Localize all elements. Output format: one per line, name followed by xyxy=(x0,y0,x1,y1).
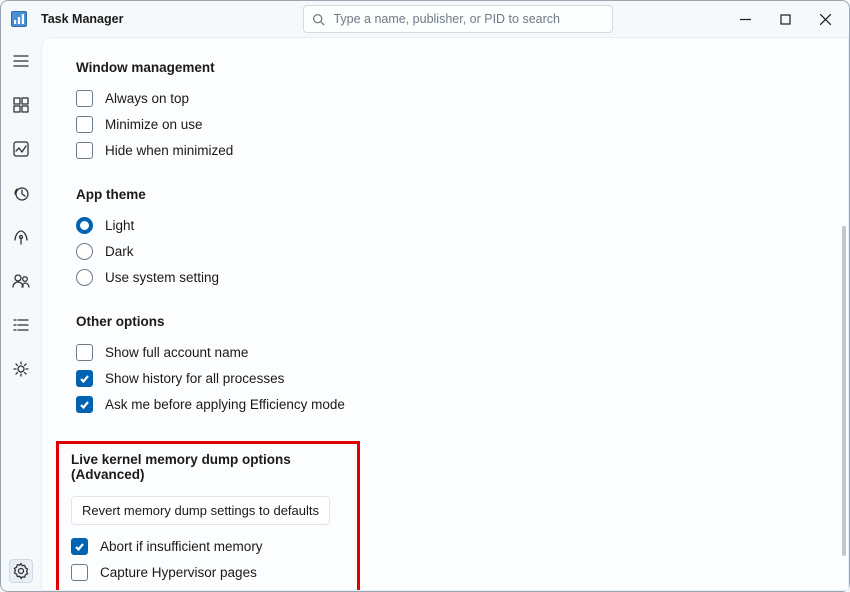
option-label: Use system setting xyxy=(105,270,219,285)
section-heading: App theme xyxy=(76,187,848,202)
maximize-button[interactable] xyxy=(765,4,805,34)
titlebar: Task Manager Type a name, publisher, or … xyxy=(1,1,849,37)
scrollbar[interactable] xyxy=(842,226,846,556)
option-capture-hypervisor[interactable]: Capture Hypervisor pages xyxy=(71,559,345,585)
option-label: Show full account name xyxy=(105,345,248,360)
option-label: Include nonessential pages xyxy=(124,591,288,592)
option-label: Show history for all processes xyxy=(105,371,284,386)
section-kernel-dump: Live kernel memory dump options (Advance… xyxy=(71,452,345,591)
section-heading: Window management xyxy=(76,60,848,75)
option-label: Ask me before applying Efficiency mode xyxy=(105,397,345,412)
option-abort-insufficient[interactable]: Abort if insufficient memory xyxy=(71,533,345,559)
checkbox[interactable] xyxy=(71,564,88,581)
option-theme-system[interactable]: Use system setting xyxy=(76,264,848,290)
option-minimize-on-use[interactable]: Minimize on use xyxy=(76,111,848,137)
option-label: Hide when minimized xyxy=(105,143,233,158)
option-label: Minimize on use xyxy=(105,117,203,132)
search-icon xyxy=(312,13,325,26)
close-button[interactable] xyxy=(805,4,845,34)
section-heading: Other options xyxy=(76,314,848,329)
nav-processes[interactable] xyxy=(9,93,33,117)
nav-app-history[interactable] xyxy=(9,181,33,205)
checkbox[interactable] xyxy=(76,396,93,413)
app-title: Task Manager xyxy=(41,12,123,26)
nav-services[interactable] xyxy=(9,357,33,381)
sidebar xyxy=(1,37,41,591)
window-controls xyxy=(725,4,845,34)
minimize-button[interactable] xyxy=(725,4,765,34)
search-placeholder: Type a name, publisher, or PID to search xyxy=(333,12,560,26)
option-label: Abort if insufficient memory xyxy=(100,539,263,554)
radio[interactable] xyxy=(76,269,93,286)
option-ask-efficiency[interactable]: Ask me before applying Efficiency mode xyxy=(76,391,848,417)
option-label: Light xyxy=(105,218,134,233)
checkbox xyxy=(95,590,112,592)
option-theme-dark[interactable]: Dark xyxy=(76,238,848,264)
option-include-nonessential: Include nonessential pages xyxy=(95,585,345,591)
search-input[interactable]: Type a name, publisher, or PID to search xyxy=(303,5,613,33)
option-label: Always on top xyxy=(105,91,189,106)
nav-details[interactable] xyxy=(9,313,33,337)
hamburger-button[interactable] xyxy=(9,49,33,73)
nav-startup[interactable] xyxy=(9,225,33,249)
option-label: Capture Hypervisor pages xyxy=(100,565,257,580)
settings-panel: Window management Always on top Minimize… xyxy=(41,37,849,591)
section-other-options: Other options Show full account name Sho… xyxy=(76,314,848,417)
option-always-on-top[interactable]: Always on top xyxy=(76,85,848,111)
option-theme-light[interactable]: Light xyxy=(76,212,848,238)
revert-defaults-button[interactable]: Revert memory dump settings to defaults xyxy=(71,496,330,525)
checkbox[interactable] xyxy=(76,90,93,107)
nav-users[interactable] xyxy=(9,269,33,293)
highlight-annotation: Live kernel memory dump options (Advance… xyxy=(56,441,360,591)
app-icon xyxy=(11,11,27,27)
checkbox[interactable] xyxy=(76,142,93,159)
checkbox[interactable] xyxy=(71,538,88,555)
radio[interactable] xyxy=(76,243,93,260)
section-window-management: Window management Always on top Minimize… xyxy=(76,60,848,163)
checkbox[interactable] xyxy=(76,344,93,361)
option-show-history[interactable]: Show history for all processes xyxy=(76,365,848,391)
section-app-theme: App theme Light Dark Use system setting xyxy=(76,187,848,290)
checkbox[interactable] xyxy=(76,370,93,387)
nav-performance[interactable] xyxy=(9,137,33,161)
section-heading: Live kernel memory dump options (Advance… xyxy=(71,452,345,482)
option-show-full-account[interactable]: Show full account name xyxy=(76,339,848,365)
checkbox[interactable] xyxy=(76,116,93,133)
radio[interactable] xyxy=(76,217,93,234)
option-hide-when-minimized[interactable]: Hide when minimized xyxy=(76,137,848,163)
option-label: Dark xyxy=(105,244,134,259)
nav-settings[interactable] xyxy=(9,559,33,583)
